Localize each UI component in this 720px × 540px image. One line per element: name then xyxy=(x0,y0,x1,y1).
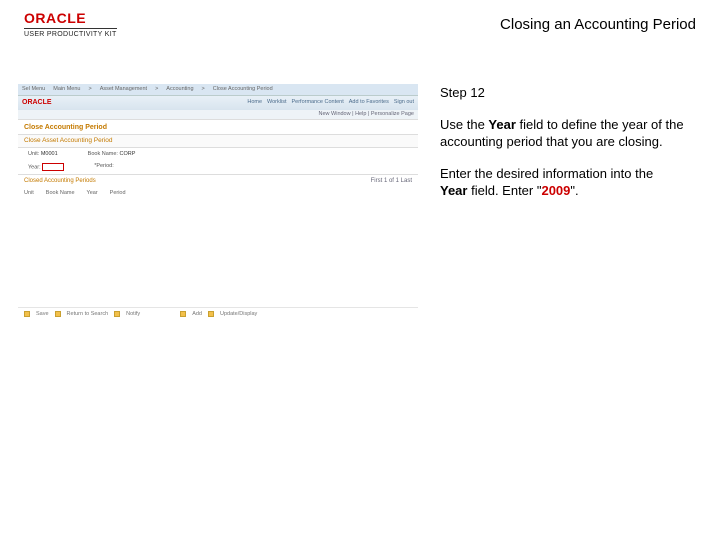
instructions: Step 12 Use the Year field to define the… xyxy=(440,84,702,321)
app-screenshot: Sel Menu Main Menu > Asset Management > … xyxy=(18,84,418,321)
ss-row-year: Year: *Period: xyxy=(18,160,418,174)
update-icon xyxy=(208,311,214,317)
crumb: Accounting xyxy=(166,86,193,93)
footer-btn: Save xyxy=(36,311,49,318)
ss-link: Sign out xyxy=(394,99,414,106)
add-icon xyxy=(180,311,186,317)
th: Unit xyxy=(24,190,34,197)
logo-block: ORACLE USER PRODUCTIVITY KIT xyxy=(24,10,117,38)
year-label: Year: xyxy=(28,165,41,171)
ss-subbar: New Window | Help | Personalize Page xyxy=(18,110,418,120)
upk-label: USER PRODUCTIVITY KIT xyxy=(24,28,117,38)
year-input-highlight[interactable] xyxy=(42,163,64,171)
th: Year xyxy=(87,190,98,197)
main: Sel Menu Main Menu > Asset Management > … xyxy=(0,44,720,321)
crumb: Main Menu xyxy=(53,86,80,93)
crumb: Sel Menu xyxy=(22,86,45,93)
footer-btn: Add xyxy=(192,311,202,318)
ss-breadcrumb: Sel Menu Main Menu > Asset Management > … xyxy=(18,84,418,96)
ss-link: Performance Content xyxy=(291,99,343,106)
return-icon xyxy=(55,311,61,317)
ss-links: Home Worklist Performance Content Add to… xyxy=(247,99,414,106)
oracle-logo: ORACLE xyxy=(24,10,90,26)
ss-link: Add to Favorites xyxy=(349,99,389,106)
ss-link: Home xyxy=(247,99,262,106)
step-label: Step 12 xyxy=(440,84,684,102)
footer-btn: Return to Search xyxy=(67,311,109,318)
th: Period xyxy=(110,190,126,197)
instruction-paragraph-2: Enter the desired information into the Y… xyxy=(440,165,684,200)
ss-heading-2: Close Asset Accounting Period xyxy=(18,134,418,148)
ss-table-head: Unit Book Name Year Period xyxy=(18,189,418,198)
footer-btn: Notify xyxy=(126,311,140,318)
ss-logo: ORACLE xyxy=(22,99,52,107)
ss-topbar: ORACLE Home Worklist Performance Content… xyxy=(18,96,418,110)
pager: First 1 of 1 Last xyxy=(371,178,412,185)
unit-value: M0001 xyxy=(41,151,58,157)
ss-row-unit: Unit: M0001 Book Name: CORP xyxy=(18,148,418,161)
page-title: Closing an Accounting Period xyxy=(500,16,696,33)
notify-icon xyxy=(114,311,120,317)
instruction-paragraph-1: Use the Year field to define the year of… xyxy=(440,116,684,151)
save-icon xyxy=(24,311,30,317)
period-label: *Period: xyxy=(94,163,114,169)
crumb: Close Accounting Period xyxy=(213,86,273,93)
footer-btn: Update/Display xyxy=(220,311,257,318)
unit-label: Unit: xyxy=(28,151,39,157)
header: ORACLE USER PRODUCTIVITY KIT Closing an … xyxy=(0,0,720,44)
th: Book Name xyxy=(46,190,75,197)
crumb: Asset Management xyxy=(100,86,147,93)
ss-heading-3: Closed Accounting Periods First 1 of 1 L… xyxy=(18,174,418,188)
ss-footer: Save Return to Search Notify Add Update/… xyxy=(18,307,418,321)
book-label: Book Name: xyxy=(88,151,118,157)
book-value: CORP xyxy=(119,151,135,157)
ss-link: Worklist xyxy=(267,99,286,106)
ss-heading-1: Close Accounting Period xyxy=(18,120,418,134)
